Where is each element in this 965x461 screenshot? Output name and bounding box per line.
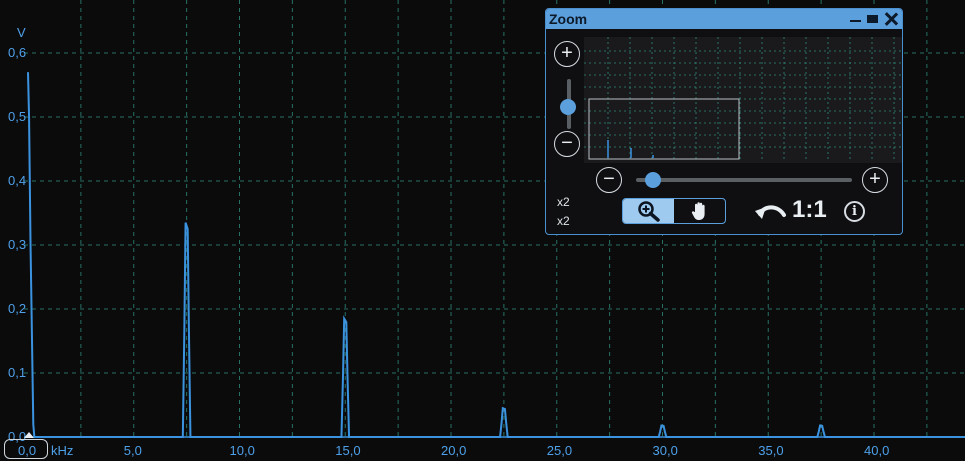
zoom-panel[interactable]: Zoom + − − + x2 x2 1:1 i — [545, 8, 903, 235]
x-axis-unit: kHz — [51, 443, 73, 458]
maximize-icon[interactable] — [867, 15, 878, 23]
x-tick-label: 20,0 — [441, 443, 466, 458]
x-tick-label: 15,0 — [335, 443, 360, 458]
info-icon[interactable]: i — [844, 201, 865, 222]
y-tick-label: 0,3 — [8, 237, 26, 252]
zoom-titlebar[interactable]: Zoom — [546, 9, 902, 29]
x-scale-label: x2 — [557, 195, 570, 209]
magnifier-plus-icon — [637, 201, 660, 222]
horizontal-zoom-slider-handle[interactable] — [645, 172, 661, 188]
pan-mode-button[interactable] — [674, 199, 725, 223]
zoom-mode-button[interactable] — [623, 199, 674, 223]
y-scale-label: x2 — [557, 214, 570, 228]
y-tick-label: 0,2 — [8, 301, 26, 316]
undo-icon[interactable] — [754, 199, 788, 225]
y-tick-label: 0,1 — [8, 365, 26, 380]
horizontal-zoom-slider[interactable] — [636, 178, 852, 182]
y-tick-label: 0,4 — [8, 173, 26, 188]
x-tick-label: 25,0 — [547, 443, 572, 458]
x-tick-label: 10,0 — [230, 443, 255, 458]
x-tick-label: 35,0 — [758, 443, 783, 458]
zoom-mode-toggle[interactable] — [622, 198, 726, 224]
zoom-viewport-rect[interactable] — [588, 98, 740, 160]
x-axis-ticks: 0,0 5,0 10,0 15,0 20,0 25,0 30,0 35,0 40,0 — [18, 443, 889, 458]
close-icon[interactable] — [884, 12, 898, 26]
minimize-icon[interactable] — [850, 20, 861, 22]
hand-icon — [691, 202, 705, 220]
vertical-zoom-in-button[interactable]: + — [554, 41, 580, 67]
zoom-overview-map[interactable] — [584, 37, 902, 163]
y-axis-label: V — [17, 25, 26, 40]
y-axis-ticks: 0,00,10,20,30,40,50,6 — [8, 45, 26, 444]
horizontal-zoom-out-button[interactable]: − — [596, 167, 622, 193]
zoom-title: Zoom — [549, 11, 588, 27]
x-tick-label: 30,0 — [653, 443, 678, 458]
vertical-zoom-out-button[interactable]: − — [554, 131, 580, 157]
vertical-zoom-slider-handle[interactable] — [560, 99, 576, 115]
x-tick-label: 5,0 — [124, 443, 142, 458]
horizontal-zoom-in-button[interactable]: + — [862, 167, 888, 193]
x-tick-label: 40,0 — [864, 443, 889, 458]
y-tick-label: 0,6 — [8, 45, 26, 60]
reset-zoom-1-1-button[interactable]: 1:1 — [792, 196, 827, 224]
y-tick-label: 0,5 — [8, 109, 26, 124]
x-origin-indicator[interactable] — [4, 439, 48, 459]
